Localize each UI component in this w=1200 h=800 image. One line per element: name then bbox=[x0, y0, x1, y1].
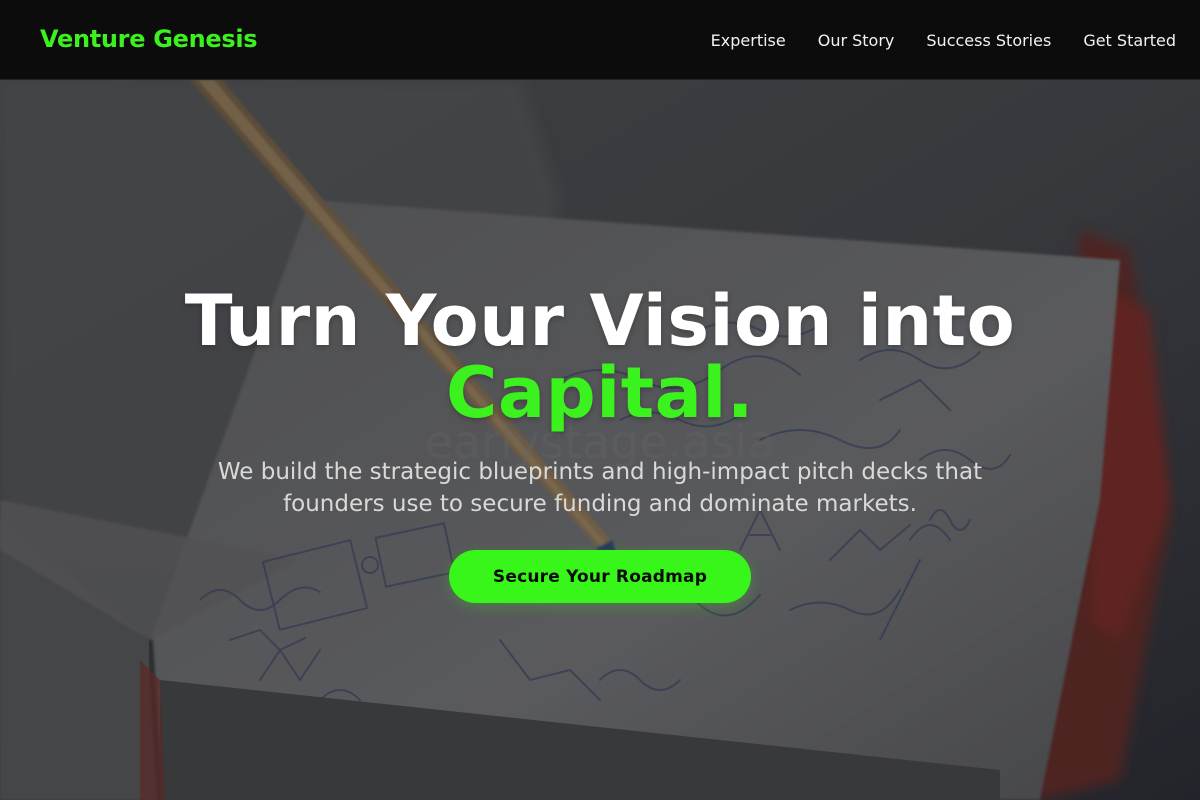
headline-main: Turn Your Vision into bbox=[184, 280, 1016, 362]
hero-headline: Turn Your Vision into Capital. bbox=[0, 285, 1200, 429]
nav-link-success-stories[interactable]: Success Stories bbox=[926, 31, 1051, 50]
headline-accent: Capital. bbox=[446, 352, 754, 434]
main-nav: Expertise Our Story Success Stories Get … bbox=[679, 0, 1176, 80]
nav-link-our-story[interactable]: Our Story bbox=[818, 31, 895, 50]
site-header: Venture Genesis Expertise Our Story Succ… bbox=[0, 0, 1200, 80]
hero-section: earlystage.asia Turn Your Vision into Ca… bbox=[0, 80, 1200, 800]
hero-subtext: We build the strategic blueprints and hi… bbox=[217, 459, 983, 517]
nav-link-expertise[interactable]: Expertise bbox=[711, 31, 786, 50]
brand-logo[interactable]: Venture Genesis bbox=[40, 0, 258, 80]
secure-roadmap-button[interactable]: Secure Your Roadmap bbox=[449, 550, 751, 603]
nav-link-get-started[interactable]: Get Started bbox=[1083, 31, 1176, 50]
hero-content: Turn Your Vision into Capital. We build … bbox=[0, 80, 1200, 800]
